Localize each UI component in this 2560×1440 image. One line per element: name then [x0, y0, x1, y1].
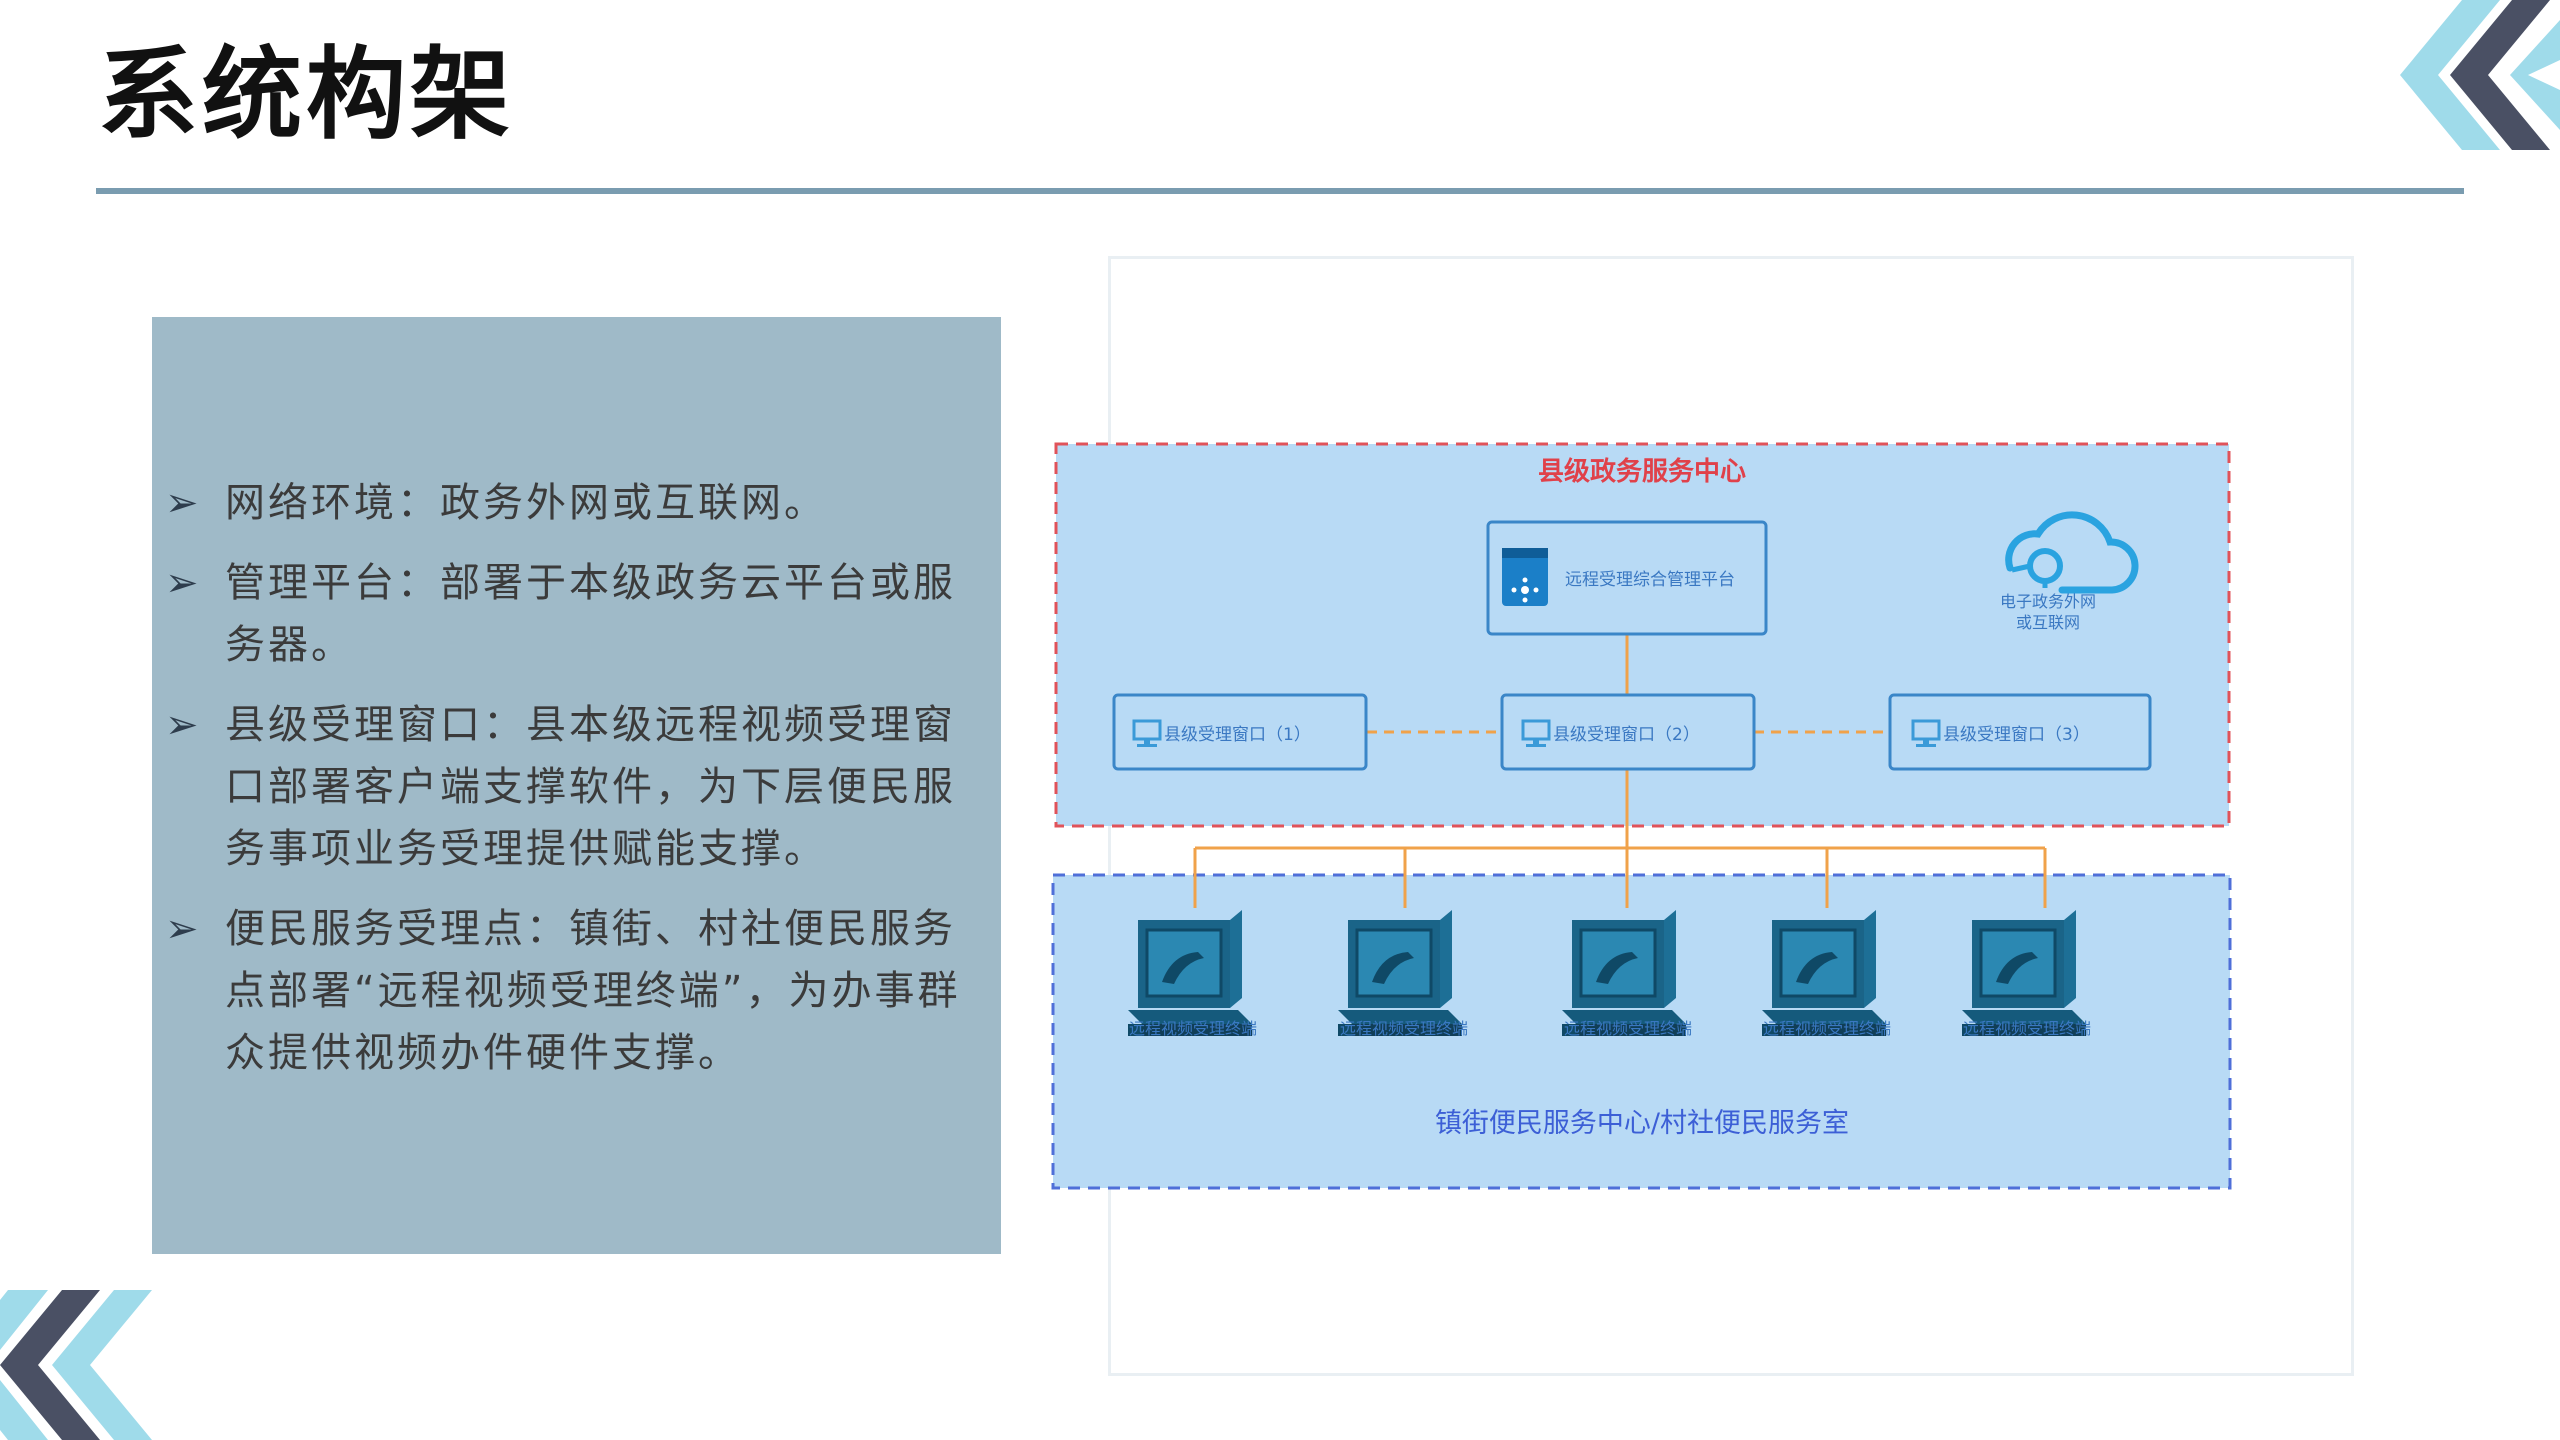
terminal-label: 远程视频受理终端 [1763, 1019, 1891, 1038]
video-terminal-icon [1560, 908, 1688, 1038]
video-terminal-3: 远程视频受理终端 [1560, 908, 1692, 1038]
platform-node: 远程受理综合管理平台 [1486, 520, 1768, 636]
terminal-label: 远程视频受理终端 [1564, 1019, 1692, 1038]
video-terminal-icon [1760, 908, 1888, 1038]
county-window-label: 县级受理窗口（2） [1553, 725, 1700, 745]
county-window-label: 县级受理窗口（3） [1943, 725, 2090, 745]
cloud-label-line2: 或互联网 [2016, 613, 2080, 632]
terminal-label: 远程视频受理终端 [1963, 1019, 2091, 1038]
county-zone-title: 县级政务服务中心 [1538, 456, 1746, 487]
county-window-1: 县级受理窗口（1） [1112, 693, 1368, 771]
cloud-label-line1: 电子政务外网 [2000, 592, 2096, 611]
server-icon [1502, 548, 1548, 606]
video-terminal-2: 远程视频受理终端 [1336, 908, 1468, 1038]
video-terminal-icon [1126, 908, 1254, 1038]
town-zone-title: 镇街便民服务中心/村社便民服务室 [1435, 1108, 1849, 1139]
architecture-diagram: 县级政务服务中心 镇街便民服务中心/村社便民服务室 远程受理综合管理平台 电子政… [1051, 442, 2232, 1190]
video-terminal-5: 远程视频受理终端 [1960, 908, 2091, 1038]
county-window-2: 县级受理窗口（2） [1500, 693, 1756, 771]
terminal-label: 远程视频受理终端 [1129, 1019, 1257, 1038]
county-window-3: 县级受理窗口（3） [1888, 693, 2152, 771]
video-terminal-4: 远程视频受理终端 [1760, 908, 1891, 1038]
terminal-label: 远程视频受理终端 [1340, 1019, 1468, 1038]
video-terminal-1: 远程视频受理终端 [1126, 908, 1257, 1038]
county-window-label: 县级受理窗口（1） [1164, 725, 1311, 745]
platform-label: 远程受理综合管理平台 [1565, 570, 1735, 590]
video-terminal-icon [1336, 908, 1464, 1038]
video-terminal-icon [1960, 908, 2088, 1038]
